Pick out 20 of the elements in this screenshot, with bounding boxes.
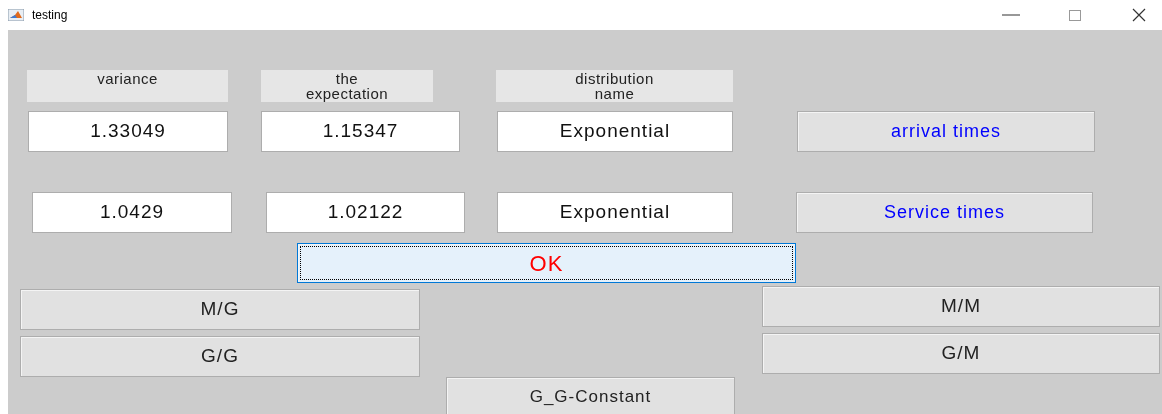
value-field[interactable]: 1.33049	[28, 111, 228, 152]
close-icon[interactable]	[1132, 8, 1146, 22]
model-button[interactable]: M/G	[20, 289, 420, 330]
app-icon	[8, 9, 24, 21]
model-button[interactable]: G/M	[762, 333, 1160, 374]
value-field[interactable]: Exponential	[497, 111, 733, 152]
times-button[interactable]: Service times	[796, 192, 1093, 233]
model-button[interactable]: M/M	[762, 286, 1160, 327]
times-button[interactable]: arrival times	[797, 111, 1095, 152]
column-label: variance	[27, 70, 228, 102]
column-label: the expectation	[261, 70, 433, 102]
model-button[interactable]: G/G	[20, 336, 420, 377]
value-field[interactable]: 1.15347	[261, 111, 460, 152]
maximize-icon[interactable]	[1069, 9, 1081, 21]
constant-button[interactable]: G_G-Constant	[446, 377, 735, 414]
value-field[interactable]: 1.02122	[266, 192, 465, 233]
window-title: testing	[32, 7, 68, 24]
value-field[interactable]: Exponential	[497, 192, 733, 233]
value-field[interactable]: 1.0429	[32, 192, 232, 233]
column-label: distribution name	[496, 70, 733, 102]
